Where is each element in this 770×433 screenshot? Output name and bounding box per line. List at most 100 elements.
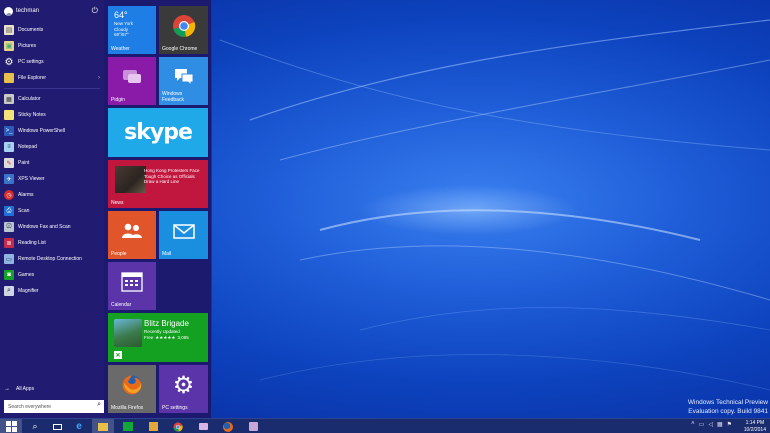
search-icon[interactable]: ⌕: [97, 401, 101, 409]
reading-list-icon: ≣: [4, 238, 14, 248]
menu-item-label: Scan: [18, 208, 30, 214]
network-icon[interactable]: ▭: [699, 421, 705, 428]
menu-item-label: Alarms: [18, 192, 34, 198]
menu-item-label: File Explorer: [18, 75, 47, 81]
all-apps-label: All Apps: [16, 386, 35, 392]
game-thumbnail: [114, 319, 142, 347]
clock[interactable]: 1:14 PM 10/2/2014: [744, 420, 766, 433]
tile-news[interactable]: Hong Kong Protesters Face Tough Choice a…: [108, 160, 208, 208]
taskbar-store[interactable]: [117, 419, 139, 433]
menu-item-documents[interactable]: ▤ Documents: [0, 22, 104, 38]
menu-item-pc-settings[interactable]: ⚙ PC settings: [0, 54, 104, 70]
paint-icon: ✎: [4, 158, 14, 168]
taskbar-search-button[interactable]: ⌕: [24, 419, 46, 433]
start-button[interactable]: [0, 419, 22, 433]
menu-item-label: Calculator: [18, 96, 41, 102]
tile-windows-feedback[interactable]: Windows Feedback: [159, 57, 208, 105]
taskbar-internet-explorer[interactable]: e: [68, 419, 90, 433]
windows-logo-icon: [5, 421, 17, 432]
magnifier-icon: ⌕: [4, 286, 14, 296]
menu-item-pictures[interactable]: ▣ Pictures: [0, 38, 104, 54]
fax-scan-icon: ⎚: [4, 222, 14, 232]
evaluation-watermark: Windows Technical Preview Evaluation cop…: [688, 399, 768, 416]
menu-item-reading-list[interactable]: ≣ Reading List: [0, 235, 104, 251]
all-apps-button[interactable]: → All Apps: [4, 386, 34, 392]
people-icon: [108, 211, 156, 251]
arrow-right-icon: →: [4, 386, 10, 392]
clock-date: 10/2/2014: [743, 426, 766, 433]
menu-item-sticky-notes[interactable]: Sticky Notes: [0, 107, 104, 123]
tile-people[interactable]: People: [108, 211, 156, 259]
menu-item-file-explorer[interactable]: File Explorer ›: [0, 70, 104, 86]
taskbar-media-player[interactable]: [142, 419, 164, 433]
chevron-right-icon[interactable]: ›: [98, 75, 100, 81]
search-placeholder: Search everywhere: [8, 403, 52, 410]
menu-item-scan[interactable]: ⎙ Scan: [0, 203, 104, 219]
menu-item-xps-viewer[interactable]: ✈ XPS Viewer: [0, 171, 104, 187]
chevron-up-icon[interactable]: ˄: [691, 421, 695, 428]
app-icon: [248, 422, 258, 431]
calendar-icon: [108, 262, 156, 302]
menu-item-fax-scan[interactable]: ⎚ Windows Fax and Scan: [0, 219, 104, 235]
news-headline: Hong Kong Protesters Face Tough Choice a…: [144, 168, 200, 184]
xbox-badge-icon: ✕: [114, 351, 122, 359]
clock-time: 1:14 PM: [745, 420, 765, 426]
user-account[interactable]: techman ⏻: [0, 0, 104, 22]
weather-city: New York: [114, 21, 134, 26]
store-icon: [123, 422, 133, 431]
tile-mail[interactable]: Mail: [159, 211, 208, 259]
tile-calendar[interactable]: Calendar: [108, 262, 156, 310]
pidgin-icon: [198, 423, 208, 430]
tile-label: Mozilla Firefox: [111, 405, 144, 411]
tile-pc-settings[interactable]: ⚙ PC settings: [159, 365, 208, 413]
power-icon[interactable]: ⏻: [92, 6, 98, 16]
tile-skype[interactable]: skype: [108, 108, 208, 157]
flag-icon[interactable]: ⚑: [727, 421, 732, 428]
scan-icon: ⎙: [4, 206, 14, 216]
gear-icon: ⚙: [172, 371, 195, 399]
search-input[interactable]: Search everywhere ⌕: [4, 400, 104, 413]
menu-item-remote-desktop[interactable]: ▭ Remote Desktop Connection: [0, 251, 104, 267]
menu-item-notepad[interactable]: ≡ Notepad: [0, 139, 104, 155]
documents-icon: ▤: [4, 25, 14, 35]
game-rating: Free ★★★★★ 3,095: [144, 335, 189, 341]
tile-mozilla-firefox[interactable]: Mozilla Firefox: [108, 365, 156, 413]
pictures-icon: ▣: [4, 41, 14, 51]
game-title: Blitz Brigade: [144, 319, 189, 328]
tile-label: News: [111, 200, 124, 206]
tile-label: PC settings: [162, 405, 188, 411]
chrome-icon: [159, 6, 208, 46]
speaker-icon[interactable]: ◁: [708, 421, 713, 428]
start-menu: techman ⏻ ▤ Documents ▣ Pictures ⚙ PC se…: [0, 0, 212, 418]
menu-item-paint[interactable]: ✎ Paint: [0, 155, 104, 171]
menu-item-calculator[interactable]: ▦ Calculator: [0, 91, 104, 107]
watermark-line1: Windows Technical Preview: [687, 399, 768, 406]
task-view-button[interactable]: [46, 419, 68, 433]
tile-weather[interactable]: 64° New York Cloudy 69°/57° Weather: [108, 6, 156, 54]
folder-icon: [98, 422, 108, 431]
tile-blitz-brigade[interactable]: Blitz Brigade Recently Updated Free ★★★★…: [108, 313, 208, 362]
menu-item-games[interactable]: ◙ Games: [0, 267, 104, 283]
menu-item-powershell[interactable]: >_ Windows PowerShell: [0, 123, 104, 139]
taskbar: ⌕ e ˄ ▭ ◁ ▦ ⚑ 1:14 PM 10/2/2014: [0, 418, 770, 433]
tile-label: Weather: [111, 46, 130, 52]
internet-explorer-icon: e: [76, 421, 82, 432]
system-tray: ˄ ▭ ◁ ▦ ⚑: [687, 421, 732, 428]
menu-item-label: XPS Viewer: [18, 176, 45, 182]
menu-item-alarms[interactable]: ◷ Alarms: [0, 187, 104, 203]
taskbar-firefox[interactable]: [217, 419, 239, 433]
taskbar-file-explorer[interactable]: [92, 419, 114, 433]
start-menu-left-column: techman ⏻ ▤ Documents ▣ Pictures ⚙ PC se…: [0, 0, 104, 418]
tile-google-chrome[interactable]: Google Chrome: [159, 6, 208, 54]
pidgin-icon: [108, 57, 156, 97]
menu-item-magnifier[interactable]: ⌕ Magnifier: [0, 283, 104, 299]
taskbar-app[interactable]: [242, 419, 264, 433]
notepad-icon: ≡: [4, 142, 14, 152]
keyboard-icon[interactable]: ▦: [717, 421, 723, 428]
skype-logo: skype: [124, 120, 193, 145]
menu-item-label: Sticky Notes: [18, 112, 46, 118]
taskbar-google-chrome[interactable]: [167, 419, 189, 433]
tile-pidgin[interactable]: Pidgin: [108, 57, 156, 105]
taskbar-pidgin[interactable]: [192, 419, 214, 433]
menu-item-label: Remote Desktop Connection: [18, 256, 82, 262]
